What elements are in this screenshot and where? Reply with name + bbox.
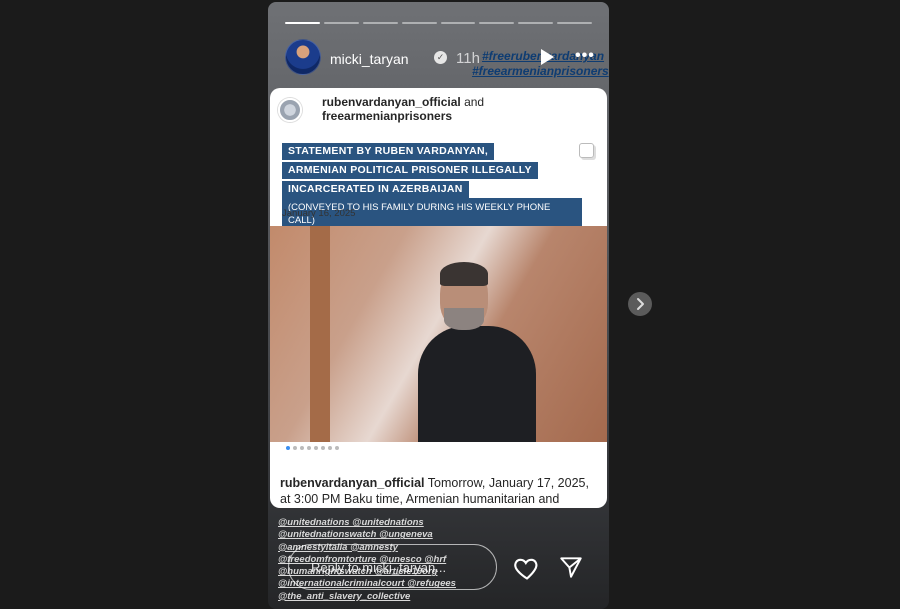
statement-line: INCARCERATED IN AZERBAIJAN bbox=[282, 181, 469, 198]
progress-segment bbox=[285, 22, 320, 24]
progress-segment bbox=[440, 22, 476, 24]
person-beard bbox=[444, 308, 484, 330]
story-viewer[interactable]: micki_taryan ✓ 11h #freerubenvardanyan #… bbox=[268, 2, 609, 609]
verified-badge-icon: ✓ bbox=[434, 51, 447, 64]
person-hair bbox=[440, 262, 488, 286]
multi-image-icon bbox=[579, 143, 594, 158]
post-header: rubenvardanyan_official and freearmenian… bbox=[270, 88, 607, 130]
story-header: micki_taryan ✓ 11h #freerubenvardanyan #… bbox=[285, 39, 609, 78]
caption-author[interactable]: rubenvardanyan_official bbox=[280, 476, 425, 490]
carousel-dot bbox=[307, 446, 311, 450]
play-icon[interactable] bbox=[541, 49, 554, 65]
carousel-dot bbox=[321, 446, 325, 450]
and-text: and bbox=[464, 95, 485, 109]
hashtag-link[interactable]: #freearmenianprisoners bbox=[472, 64, 609, 78]
statement-line: ARMENIAN POLITICAL PRISONER ILLEGALLY bbox=[282, 162, 538, 179]
progress-segment bbox=[518, 22, 554, 24]
progress-segment bbox=[401, 22, 437, 24]
story-progress-bar bbox=[285, 22, 592, 24]
chevron-right-icon bbox=[637, 298, 644, 310]
carousel-dot bbox=[328, 446, 332, 450]
heart-icon[interactable] bbox=[513, 554, 541, 582]
post-coauthor[interactable]: freearmenianprisoners bbox=[322, 109, 452, 123]
statement-line: STATEMENT BY RUBEN VARDANYAN, bbox=[282, 143, 495, 160]
reply-placeholder: Reply to micki_taryan... bbox=[311, 560, 447, 575]
post-author[interactable]: rubenvardanyan_official bbox=[322, 95, 461, 109]
post-photo[interactable] bbox=[270, 226, 607, 442]
carousel-dot bbox=[300, 446, 304, 450]
person-body bbox=[418, 326, 536, 442]
avatar[interactable] bbox=[285, 39, 321, 75]
progress-segment bbox=[362, 22, 398, 24]
post-authors[interactable]: rubenvardanyan_official and freearmenian… bbox=[322, 95, 484, 123]
carousel-dot bbox=[293, 446, 297, 450]
send-icon[interactable] bbox=[558, 554, 584, 580]
post-date: January 16, 2025 bbox=[282, 208, 356, 219]
mention-line[interactable]: @unitednations @unitednations bbox=[278, 517, 424, 528]
progress-segment bbox=[323, 22, 359, 24]
carousel-dot bbox=[286, 446, 290, 450]
next-story-button[interactable] bbox=[628, 292, 652, 316]
reply-input[interactable]: Reply to micki_taryan... bbox=[288, 544, 497, 590]
mention-line[interactable]: @unitednationswatch @ungeneva bbox=[278, 529, 433, 540]
background-beam bbox=[310, 226, 330, 442]
mention-line[interactable]: @the_anti_slavery_collective bbox=[278, 591, 410, 602]
more-options-icon[interactable]: ••• bbox=[575, 47, 595, 65]
carousel-dot bbox=[335, 446, 339, 450]
post-caption[interactable]: rubenvardanyan_official Tomorrow, Januar… bbox=[280, 475, 600, 508]
progress-segment bbox=[479, 22, 515, 24]
person-figure bbox=[418, 262, 538, 442]
shared-post-card[interactable]: rubenvardanyan_official and freearmenian… bbox=[270, 88, 607, 508]
carousel-dot bbox=[314, 446, 318, 450]
progress-segment bbox=[557, 22, 592, 24]
story-username[interactable]: micki_taryan bbox=[330, 51, 409, 67]
avatar[interactable] bbox=[278, 98, 302, 122]
carousel-indicator bbox=[286, 446, 339, 450]
